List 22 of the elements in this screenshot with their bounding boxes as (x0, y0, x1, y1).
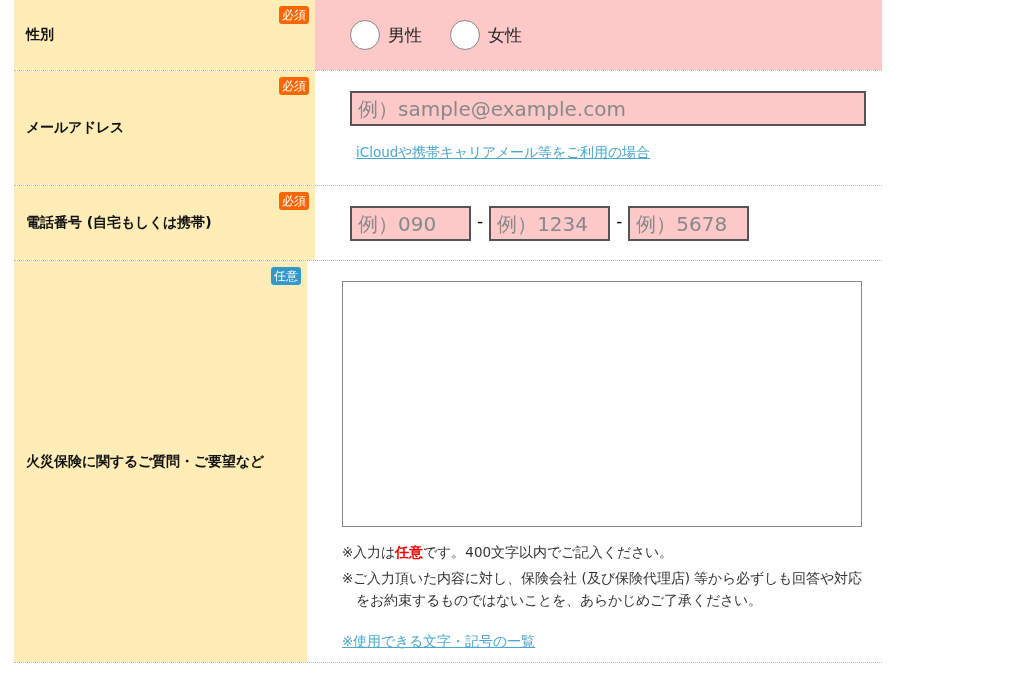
phone-field[interactable]: 例）5678 (628, 206, 750, 241)
badge: 必須 (279, 77, 309, 95)
badge: 必須 (279, 192, 309, 210)
field-label: メールアドレス (26, 119, 124, 137)
radio-option[interactable]: 女性 (450, 20, 522, 50)
radio-option[interactable]: 男性 (350, 20, 422, 50)
badge: 必須 (279, 6, 309, 24)
phone-field[interactable]: 例）090 (350, 206, 471, 241)
option-label: 男性 (388, 23, 422, 47)
radio-button[interactable] (350, 20, 380, 50)
field-label: 電話番号 (自宅もしくは携帯) (26, 214, 212, 232)
radio-button[interactable] (450, 20, 480, 50)
field-label: 性別 (26, 26, 54, 44)
phone-field[interactable]: 例）1234 (489, 206, 611, 241)
option-label: 女性 (488, 23, 522, 47)
email-field[interactable]: 例）sample@example.com (350, 91, 866, 126)
field-label: 火災保険に関するご質問・ご要望など (26, 452, 264, 471)
note-text: ※ご入力頂いた内容に対し、保険会社 (及び保険代理店) 等から必ずしも回答や対応をお約束するものではないことを、あらかじめご了承ください。 (342, 569, 864, 610)
note-text: ※入力は任意です。400文字以内でご記入ください。 (342, 543, 675, 562)
separator: - (477, 210, 484, 231)
separator: - (616, 210, 623, 231)
badge: 任意 (271, 267, 301, 285)
